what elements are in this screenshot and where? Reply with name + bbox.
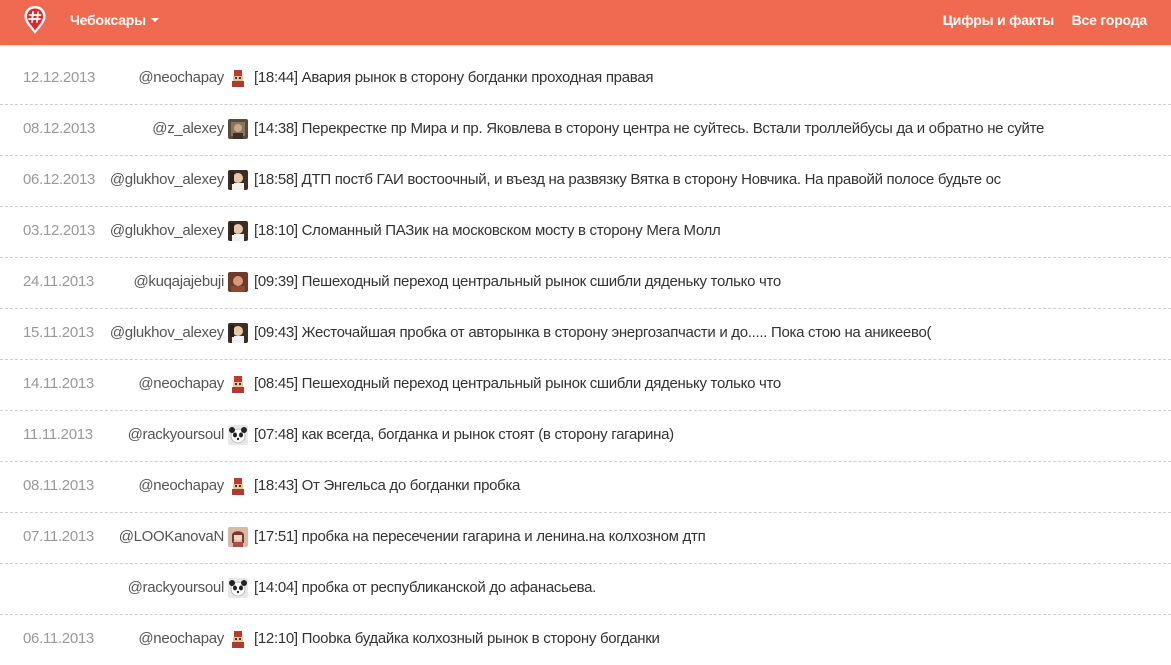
- post-date: 08.12.2013: [23, 120, 96, 137]
- avatar[interactable]: [228, 170, 248, 190]
- post-username[interactable]: @glukhov_alexey: [110, 222, 224, 239]
- caret-down-icon: [150, 18, 159, 23]
- city-dropdown[interactable]: Чебоксары: [70, 0, 159, 45]
- feed-row: @rackyoursoul [14:04] пробка от республи…: [0, 564, 1171, 615]
- post-username[interactable]: @rackyoursoul: [128, 426, 225, 443]
- avatar[interactable]: [228, 221, 248, 241]
- post-text: [18:10] Сломанный ПАЗик на московском мо…: [254, 222, 721, 239]
- hashtag-pin-icon[interactable]: [23, 5, 47, 35]
- feed-row: 06.12.2013 @glukhov_alexey [18:58] ДТП п…: [0, 156, 1171, 207]
- avatar[interactable]: [228, 527, 248, 547]
- nav-link-facts[interactable]: Цифры и факты: [943, 0, 1054, 45]
- post-date: 11.11.2013: [23, 426, 93, 443]
- post-username[interactable]: @kuqajajebuji: [133, 273, 224, 290]
- post-date: 15.11.2013: [23, 324, 94, 341]
- post-text: [18:43] От Энгельса до богданки пробка: [254, 477, 521, 494]
- avatar[interactable]: [228, 323, 248, 343]
- post-date: 03.12.2013: [23, 222, 96, 239]
- feed-row: 07.11.2013 @LOOKanovaN [17:51] пробка на…: [0, 513, 1171, 564]
- feed-row: 08.12.2013 @z_alexey [14:38] Перекрестке…: [0, 105, 1171, 156]
- post-date: 06.12.2013: [23, 171, 96, 188]
- traffic-feed: 12.12.2013 @neochapay [18:44] Авария рын…: [0, 54, 1171, 665]
- nav-link-all-cities[interactable]: Все города: [1072, 0, 1148, 45]
- post-username[interactable]: @neochapay: [138, 477, 224, 494]
- post-date: 08.11.2013: [23, 477, 94, 494]
- post-username[interactable]: @z_alexey: [152, 120, 224, 137]
- post-date: 12.12.2013: [23, 69, 96, 86]
- post-date: 07.11.2013: [23, 528, 94, 545]
- post-text: [09:39] Пешеходный переход центральный р…: [254, 273, 781, 290]
- avatar[interactable]: [228, 68, 248, 88]
- post-username[interactable]: @neochapay: [138, 69, 224, 86]
- feed-row: 08.11.2013 @neochapay [18:43] От Энгельс…: [0, 462, 1171, 513]
- post-text: [07:48] как всегда, богданка и рынок сто…: [254, 426, 674, 443]
- post-username[interactable]: @LOOKanovaN: [119, 528, 225, 545]
- top-navbar: Чебоксары Цифры и факты Все города: [0, 0, 1171, 45]
- avatar[interactable]: [228, 374, 248, 394]
- post-text: [08:45] Пешеходный переход центральный р…: [254, 375, 781, 392]
- post-text: [17:51] пробка на пересечении гагарина и…: [254, 528, 706, 545]
- post-text: [18:44] Авария рынок в сторону богданки …: [254, 69, 654, 86]
- post-date: 24.11.2013: [23, 273, 94, 290]
- feed-row: 24.11.2013 @kuqajajebuji [09:39] Пешеход…: [0, 258, 1171, 309]
- avatar[interactable]: [228, 425, 248, 445]
- post-text: [18:58] ДТП постб ГАИ востоочный, и въез…: [254, 171, 1001, 188]
- feed-row: 12.12.2013 @neochapay [18:44] Авария рын…: [0, 54, 1171, 105]
- avatar[interactable]: [228, 119, 248, 139]
- feed-row: 03.12.2013 @glukhov_alexey [18:10] Слома…: [0, 207, 1171, 258]
- post-username[interactable]: @neochapay: [138, 375, 224, 392]
- avatar[interactable]: [228, 629, 248, 649]
- avatar[interactable]: [228, 476, 248, 496]
- post-text: [14:04] пробка от республиканской до афа…: [254, 579, 597, 596]
- post-username[interactable]: @glukhov_alexey: [110, 171, 224, 188]
- feed-row: 14.11.2013 @neochapay [08:45] Пешеходный…: [0, 360, 1171, 411]
- avatar[interactable]: [228, 272, 248, 292]
- avatar[interactable]: [228, 578, 248, 598]
- post-text: [14:38] Перекрестке пр Мира и пр. Яковле…: [254, 120, 1045, 137]
- post-username[interactable]: @rackyoursoul: [128, 579, 225, 596]
- city-label: Чебоксары: [70, 12, 146, 28]
- post-date: 14.11.2013: [23, 375, 94, 392]
- feed-row: 06.11.2013 @neochapay [12:10] Поobка буд…: [0, 615, 1171, 665]
- post-text: [09:43] Жесточайшая пробка от авторынка …: [254, 324, 932, 341]
- post-date: 06.11.2013: [23, 630, 94, 647]
- feed-row: 15.11.2013 @glukhov_alexey [09:43] Жесто…: [0, 309, 1171, 360]
- post-username[interactable]: @glukhov_alexey: [110, 324, 224, 341]
- feed-row: 11.11.2013 @rackyoursoul [07:48] как все…: [0, 411, 1171, 462]
- post-text: [12:10] Поobка будайка колхозный рынок в…: [254, 630, 660, 647]
- post-username[interactable]: @neochapay: [138, 630, 224, 647]
